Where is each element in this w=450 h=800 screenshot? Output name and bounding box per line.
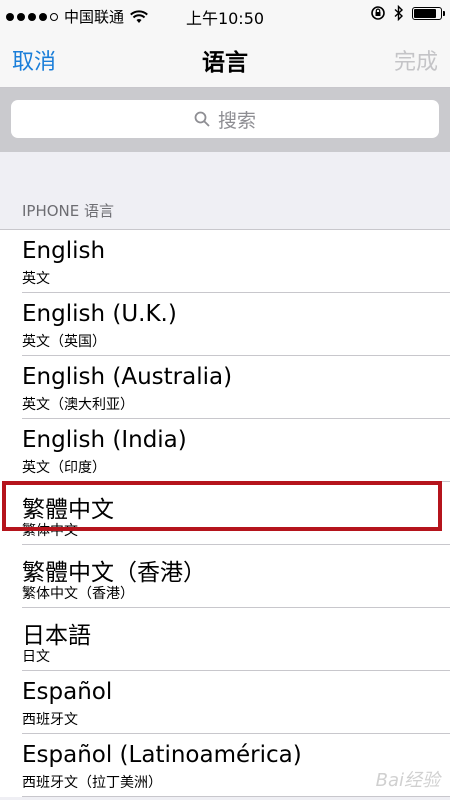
- language-row[interactable]: English 英文: [0, 230, 450, 293]
- language-native-name: 繁体中文（香港）: [22, 586, 134, 602]
- language-name: Español (Latinoamérica): [22, 742, 302, 768]
- language-list: English 英文 English (U.K.) 英文（英国） English…: [0, 229, 450, 797]
- section-header: IPHONE 语言: [22, 202, 115, 220]
- language-row[interactable]: English (U.K.) 英文（英国）: [0, 293, 450, 356]
- navigation-bar: 取消 语言 完成: [0, 30, 450, 88]
- language-name: 繁體中文（香港）: [22, 560, 206, 586]
- language-row[interactable]: English (Australia) 英文（澳大利亚）: [0, 356, 450, 419]
- language-native-name: 英文: [22, 271, 50, 287]
- language-name: 繁體中文: [22, 497, 114, 523]
- search-placeholder: 搜索: [217, 109, 256, 132]
- language-row[interactable]: 繁體中文（香港） 繁体中文（香港）: [0, 545, 450, 608]
- battery-icon: [412, 6, 445, 20]
- language-row[interactable]: Español 西班牙文: [0, 671, 450, 734]
- search-input[interactable]: 搜索: [11, 100, 439, 138]
- language-row[interactable]: 日本語 日文: [0, 608, 450, 671]
- language-native-name: 英文（英国）: [22, 334, 106, 350]
- language-name: English (Australia): [22, 364, 233, 390]
- language-native-name: 繁体中文: [22, 523, 78, 539]
- language-name: Español: [22, 679, 113, 705]
- language-row-traditional-chinese[interactable]: 繁體中文 繁体中文: [0, 482, 450, 545]
- language-name: English: [22, 238, 106, 264]
- watermark: Bai经验: [375, 770, 440, 791]
- done-button[interactable]: 完成: [394, 44, 438, 76]
- status-bar: 中国联通 上午10:50: [0, 0, 450, 30]
- bluetooth-icon: [394, 5, 404, 21]
- status-right: [370, 5, 445, 21]
- search-icon: [194, 111, 210, 127]
- language-name: 日本語: [22, 623, 91, 649]
- language-native-name: 西班牙文: [22, 712, 78, 728]
- language-native-name: 英文（印度）: [22, 460, 106, 476]
- page-title: 语言: [202, 50, 248, 76]
- language-row[interactable]: English (India) 英文（印度）: [0, 419, 450, 482]
- orientation-lock-icon: [371, 6, 385, 20]
- language-native-name: 西班牙文（拉丁美洲）: [22, 775, 162, 791]
- battery-level: [414, 8, 437, 18]
- language-name: English (India): [22, 427, 187, 453]
- language-name: English (U.K.): [22, 301, 177, 327]
- search-bar: 搜索: [0, 88, 450, 152]
- language-native-name: 日文: [22, 649, 50, 665]
- language-native-name: 英文（澳大利亚）: [22, 397, 134, 413]
